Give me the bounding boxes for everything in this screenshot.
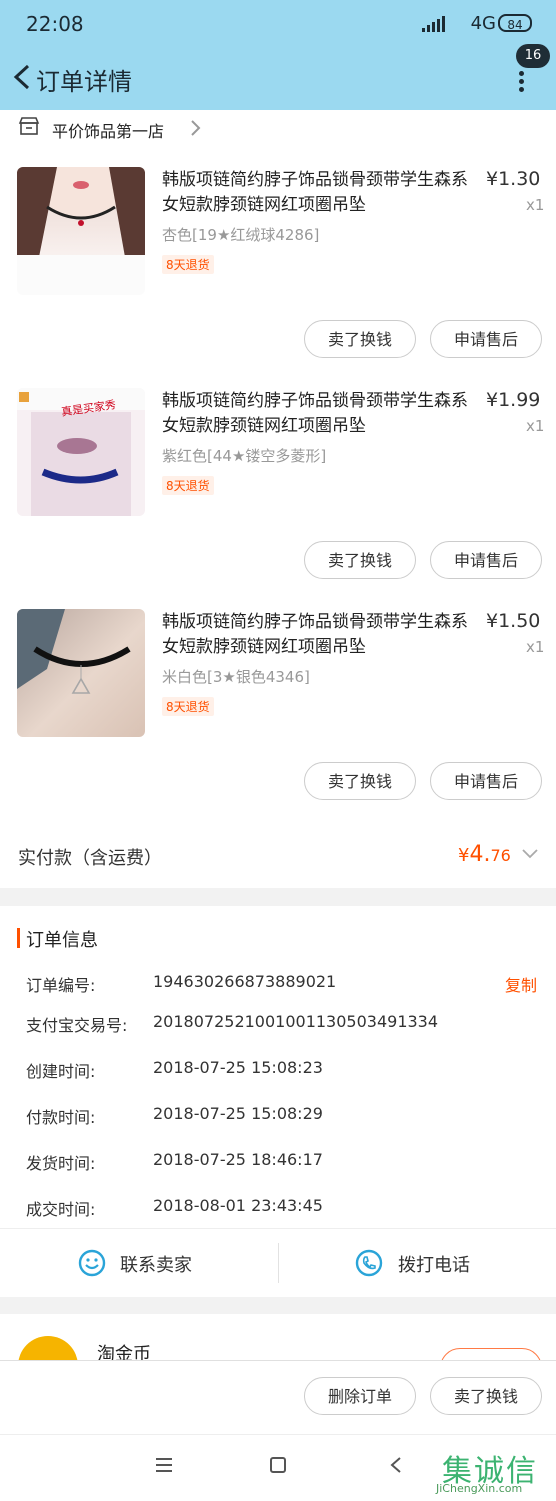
order-item[interactable]: 真是买家秀 韩版项链简约脖子饰品锁骨颈带学生森系女短款脖颈链网红项圈吊坠 ¥1.… — [0, 367, 556, 587]
currency-symbol: ¥ — [458, 845, 470, 866]
store-header[interactable]: 平价饰品第一店 — [0, 110, 556, 146]
order-info-row: 付款时间: 2018-07-25 15:08:29 — [0, 1104, 556, 1134]
status-time: 22:08 — [26, 12, 84, 36]
network-type: 4G — [470, 13, 496, 34]
product-thumbnail[interactable] — [17, 609, 145, 737]
menu-icon[interactable] — [154, 1455, 174, 1475]
copy-button[interactable]: 复制 — [505, 972, 537, 996]
after-sale-button[interactable]: 申请售后 — [430, 320, 542, 358]
store-name: 平价饰品第一店 — [52, 122, 165, 141]
sell-button[interactable]: 卖了换钱 — [304, 541, 416, 579]
chevron-right-icon — [191, 120, 201, 136]
row-key: 发货时间: — [26, 1154, 96, 1173]
after-sale-button[interactable]: 申请售后 — [430, 541, 542, 579]
status-bar: 22:08 4G 84 — [0, 0, 556, 46]
row-value: 2018-07-25 18:46:17 — [153, 1150, 323, 1169]
sell-button[interactable]: 卖了换钱 — [304, 320, 416, 358]
row-key: 创建时间: — [26, 1062, 96, 1081]
return-tag: 8天退货 — [162, 476, 214, 495]
order-info-row: 发货时间: 2018-07-25 18:46:17 — [0, 1150, 556, 1180]
return-tag: 8天退货 — [162, 255, 214, 274]
taojinbi-section: 淘金币 — [0, 1314, 556, 1364]
row-value: 2018072521001001130503491334 — [153, 1012, 439, 1031]
battery-level: 84 — [507, 18, 523, 32]
signal-icon — [422, 16, 446, 32]
watermark-logo: 集诚信 JiChengXin.com — [436, 1446, 554, 1496]
row-value: 2018-08-01 23:43:45 — [153, 1196, 323, 1215]
battery-icon: 84 — [498, 14, 532, 32]
back-icon[interactable] — [10, 62, 38, 92]
bottom-action-bar: 删除订单 卖了换钱 — [0, 1360, 556, 1435]
back-nav-icon[interactable] — [386, 1455, 406, 1475]
watermark-en: JiChengXin.com — [436, 1482, 523, 1495]
order-item[interactable]: 韩版项链简约脖子饰品锁骨颈带学生森系女短款脖颈链网红项圈吊坠 ¥1.30 x1 … — [0, 146, 556, 366]
row-key: 付款时间: — [26, 1108, 96, 1127]
row-key: 成交时间: — [26, 1200, 96, 1219]
item-qty: x1 — [526, 417, 545, 435]
page-title: 订单详情 — [36, 68, 132, 96]
item-title: 韩版项链简约脖子饰品锁骨颈带学生森系女短款脖颈链网红项圈吊坠 — [162, 612, 468, 657]
home-square-icon[interactable] — [268, 1455, 288, 1475]
delete-order-button[interactable]: 删除订单 — [304, 1377, 416, 1415]
item-qty: x1 — [526, 638, 545, 656]
order-item[interactable]: 韩版项链简约脖子饰品锁骨颈带学生森系女短款脖颈链网红项圈吊坠 ¥1.50 x1 … — [0, 588, 556, 808]
necklace-image — [17, 609, 131, 694]
sell-button[interactable]: 卖了换钱 — [430, 1377, 542, 1415]
row-key: 订单编号: — [26, 976, 96, 995]
call-button[interactable]: 拨打电话 — [279, 1229, 556, 1297]
row-key: 支付宝交易号: — [26, 1016, 128, 1035]
chevron-down-icon[interactable] — [522, 846, 538, 862]
section-accent-bar — [17, 928, 20, 948]
payment-label: 实付款（含运费） — [18, 848, 162, 869]
order-info-row: 支付宝交易号: 2018072521001001130503491334 — [0, 1012, 556, 1042]
item-title: 韩版项链简约脖子饰品锁骨颈带学生森系女短款脖颈链网红项圈吊坠 — [162, 170, 468, 215]
order-info-row: 创建时间: 2018-07-25 15:08:23 — [0, 1058, 556, 1088]
payment-amount: ¥4.76 — [458, 842, 511, 867]
return-tag: 8天退货 — [162, 697, 214, 716]
contact-seller-button[interactable]: 联系卖家 — [0, 1229, 278, 1297]
product-thumbnail[interactable] — [17, 167, 145, 295]
row-value: 2018-07-25 15:08:29 — [153, 1104, 323, 1123]
after-sale-button[interactable]: 申请售后 — [430, 762, 542, 800]
row-value: 194630266873889021 — [153, 972, 337, 991]
order-info-section: 订单信息 订单编号: 194630266873889021 复制 支付宝交易号:… — [0, 906, 556, 1228]
order-info-row: 订单编号: 194630266873889021 复制 — [0, 972, 556, 1002]
item-price: ¥1.30 — [486, 168, 541, 190]
item-sku: 紫红色[44★镂空多菱形] — [162, 447, 327, 465]
store-icon — [18, 117, 40, 135]
product-thumbnail[interactable]: 真是买家秀 — [17, 388, 145, 516]
item-qty: x1 — [526, 196, 545, 214]
message-badge[interactable]: 16 — [516, 44, 550, 68]
order-info-title: 订单信息 — [26, 930, 98, 951]
item-price: ¥1.50 — [486, 610, 541, 632]
item-sku: 米白色[3★银色4346] — [162, 668, 310, 686]
chat-smile-icon — [78, 1249, 106, 1277]
title-bar: 订单详情 16 — [0, 44, 556, 110]
call-label: 拨打电话 — [398, 1255, 470, 1276]
amount-int: 4. — [469, 842, 491, 867]
necklace-image — [17, 167, 145, 295]
item-sku: 杏色[19★红绒球4286] — [162, 226, 320, 244]
contact-bar: 联系卖家 拨打电话 — [0, 1228, 556, 1297]
row-value: 2018-07-25 15:08:23 — [153, 1058, 323, 1077]
order-items: 韩版项链简约脖子饰品锁骨颈带学生森系女短款脖颈链网红项圈吊坠 ¥1.30 x1 … — [0, 146, 556, 886]
contact-seller-label: 联系卖家 — [120, 1255, 192, 1276]
item-title: 韩版项链简约脖子饰品锁骨颈带学生森系女短款脖颈链网红项圈吊坠 — [162, 391, 468, 436]
more-vertical-icon[interactable] — [514, 68, 528, 98]
order-info-row: 成交时间: 2018-08-01 23:43:45 — [0, 1196, 556, 1226]
sell-button[interactable]: 卖了换钱 — [304, 762, 416, 800]
phone-icon — [355, 1249, 383, 1277]
amount-cents: 76 — [490, 846, 511, 865]
payment-summary[interactable]: 实付款（含运费） ¥4.76 — [0, 822, 556, 888]
item-price: ¥1.99 — [486, 389, 541, 411]
